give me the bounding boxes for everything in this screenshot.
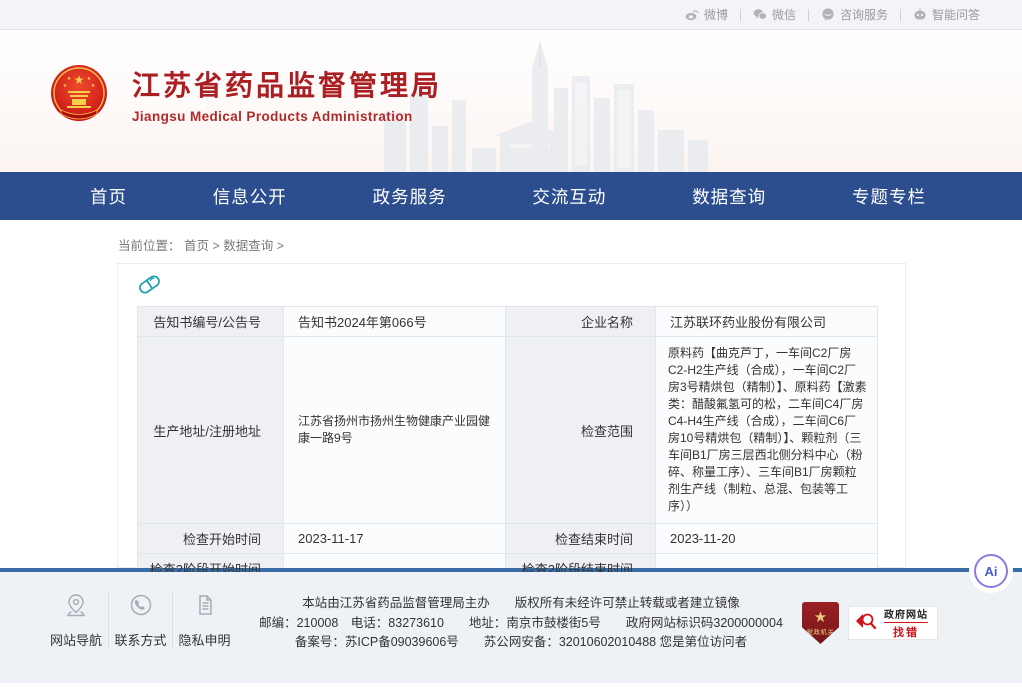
pill-icon-wrap bbox=[118, 264, 905, 306]
table-row: 检查开始时间 2023-11-17 检查结束时间 2023-11-20 bbox=[138, 524, 878, 554]
footer-quick-links: 网站导航 联系方式 隐私申明 bbox=[44, 592, 236, 649]
site-header: ★ ★ ★ ★ ★ 江苏省药品监督管理局 Jiangsu Medical Pro… bbox=[0, 30, 1022, 172]
contact-label: 联系方式 bbox=[111, 630, 170, 649]
consult-service-link[interactable]: 咨询服务 bbox=[821, 6, 888, 23]
wechat-link[interactable]: 微信 bbox=[753, 6, 796, 23]
footer-line-icp: 备案号：苏ICP备09039606号 苏公网安备：32010602010488 … bbox=[250, 633, 792, 653]
footer-line-contact: 邮编：210008 电话：83273610 地址：南京市鼓楼街5号 政府网站标识… bbox=[250, 614, 792, 634]
top-utility-bar: 微博 微信 咨询服务 智能问答 bbox=[0, 0, 1022, 30]
breadcrumb: 当前位置： 首页 > 数据查询 > bbox=[0, 220, 1022, 263]
party-gov-badge-label: 党政机关 bbox=[807, 626, 835, 636]
svg-text:★: ★ bbox=[67, 76, 72, 82]
notice-number-value: 告知书2024年第066号 bbox=[284, 307, 506, 337]
table-row: 告知书编号/公告号 告知书2024年第066号 企业名称 江苏联环药业股份有限公… bbox=[138, 307, 878, 337]
breadcrumb-separator: > bbox=[213, 239, 220, 253]
main-nav: 首页 信息公开 政务服务 交流互动 数据查询 专题专栏 bbox=[0, 172, 1022, 220]
site-subtitle-en: Jiangsu Medical Products Administration bbox=[132, 109, 442, 124]
divider bbox=[900, 9, 901, 21]
site-title: 江苏省药品监督管理局 bbox=[132, 64, 442, 104]
footer: 网站导航 联系方式 隐私申明 本站由江苏省药品监督管理局主办 版权所有未经许可禁… bbox=[0, 572, 1022, 683]
divider bbox=[740, 9, 741, 21]
breadcrumb-separator: > bbox=[277, 239, 284, 253]
address-value: 江苏省扬州市扬州生物健康产业园健康一路9号 bbox=[284, 337, 506, 524]
gov-site-error-report-badge[interactable]: 政府网站 找错 bbox=[848, 606, 938, 640]
divider bbox=[808, 9, 809, 21]
inspection-scope-label: 检查范围 bbox=[506, 337, 656, 524]
party-gov-badge[interactable]: ★ 党政机关 bbox=[802, 602, 839, 644]
address-label: 生产地址/注册地址 bbox=[138, 337, 284, 524]
ai-assistant-button[interactable]: Ai bbox=[974, 554, 1008, 588]
error-report-bottom-label: 找错 bbox=[884, 622, 928, 640]
breadcrumb-data-query-link[interactable]: 数据查询 bbox=[223, 239, 273, 253]
weibo-icon bbox=[685, 8, 699, 21]
document-icon bbox=[192, 605, 218, 622]
contact-link[interactable]: 联系方式 bbox=[108, 592, 172, 649]
company-name-label: 企业名称 bbox=[506, 307, 656, 337]
breadcrumb-prefix: 当前位置： bbox=[118, 239, 181, 253]
magnifier-icon bbox=[854, 609, 878, 638]
robot-icon bbox=[913, 8, 927, 21]
nav-item-special-topics[interactable]: 专题专栏 bbox=[852, 184, 926, 209]
site-navigation-label: 网站导航 bbox=[46, 630, 106, 649]
nav-item-interaction[interactable]: 交流互动 bbox=[532, 184, 606, 209]
footer-badges: ★ 党政机关 政府网站 找错 bbox=[802, 602, 938, 644]
inspection-start-value: 2023-11-17 bbox=[284, 524, 506, 554]
inspection-start-label: 检查开始时间 bbox=[138, 524, 284, 554]
footer-line-host: 本站由江苏省药品监督管理局主办 版权所有未经许可禁止转载或者建立镜像 bbox=[250, 594, 792, 614]
error-report-text: 政府网站 找错 bbox=[884, 606, 928, 640]
weibo-label: 微博 bbox=[704, 6, 728, 23]
title-block: 江苏省药品监督管理局 Jiangsu Medical Products Admi… bbox=[132, 64, 442, 124]
site-navigation-link[interactable]: 网站导航 bbox=[44, 592, 108, 649]
breadcrumb-home-link[interactable]: 首页 bbox=[184, 239, 209, 253]
svg-text:★: ★ bbox=[91, 83, 96, 89]
nav-item-home[interactable]: 首页 bbox=[90, 184, 127, 209]
phone-icon bbox=[128, 605, 154, 622]
smart-qa-label: 智能问答 bbox=[932, 6, 980, 23]
national-emblem-logo: ★ ★ ★ ★ ★ bbox=[48, 63, 110, 125]
svg-text:★: ★ bbox=[74, 73, 85, 87]
main-content: 当前位置： 首页 > 数据查询 > 告知书编号/公告号 告知书2024年第066… bbox=[0, 220, 1022, 568]
privacy-statement-link[interactable]: 隐私申明 bbox=[172, 592, 236, 649]
weibo-link[interactable]: 微博 bbox=[685, 6, 728, 23]
inspection-end-value: 2023-11-20 bbox=[656, 524, 878, 554]
nav-item-gov-services[interactable]: 政务服务 bbox=[373, 184, 447, 209]
inspection-end-label: 检查结束时间 bbox=[506, 524, 656, 554]
consult-service-label: 咨询服务 bbox=[840, 6, 888, 23]
badge-star-icon: ★ bbox=[814, 610, 827, 625]
footer-info-text: 本站由江苏省药品监督管理局主办 版权所有未经许可禁止转载或者建立镜像 邮编：21… bbox=[236, 592, 792, 653]
svg-text:★: ★ bbox=[87, 76, 92, 82]
nav-item-info-disclosure[interactable]: 信息公开 bbox=[213, 184, 287, 209]
smart-qa-link[interactable]: 智能问答 bbox=[913, 6, 980, 23]
error-report-top-label: 政府网站 bbox=[884, 606, 928, 621]
map-pin-icon bbox=[63, 605, 89, 622]
wechat-label: 微信 bbox=[772, 6, 796, 23]
logo-row: ★ ★ ★ ★ ★ 江苏省药品监督管理局 Jiangsu Medical Pro… bbox=[48, 63, 442, 125]
notice-number-label: 告知书编号/公告号 bbox=[138, 307, 284, 337]
nav-item-data-query[interactable]: 数据查询 bbox=[692, 184, 766, 209]
capsule-pill-icon bbox=[136, 271, 163, 298]
inspection-detail-panel: 告知书编号/公告号 告知书2024年第066号 企业名称 江苏联环药业股份有限公… bbox=[117, 263, 906, 568]
table-row: 生产地址/注册地址 江苏省扬州市扬州生物健康产业园健康一路9号 检查范围 原料药… bbox=[138, 337, 878, 524]
wechat-icon bbox=[753, 8, 767, 21]
privacy-statement-label: 隐私申明 bbox=[175, 630, 234, 649]
inspection-scope-value: 原料药【曲克芦丁，一车间C2厂房C2-H2生产线（合成），一车间C2厂房3号精烘… bbox=[656, 337, 878, 524]
chat-bubble-icon bbox=[821, 8, 835, 21]
company-name-value: 江苏联环药业股份有限公司 bbox=[656, 307, 878, 337]
svg-text:★: ★ bbox=[63, 83, 68, 89]
